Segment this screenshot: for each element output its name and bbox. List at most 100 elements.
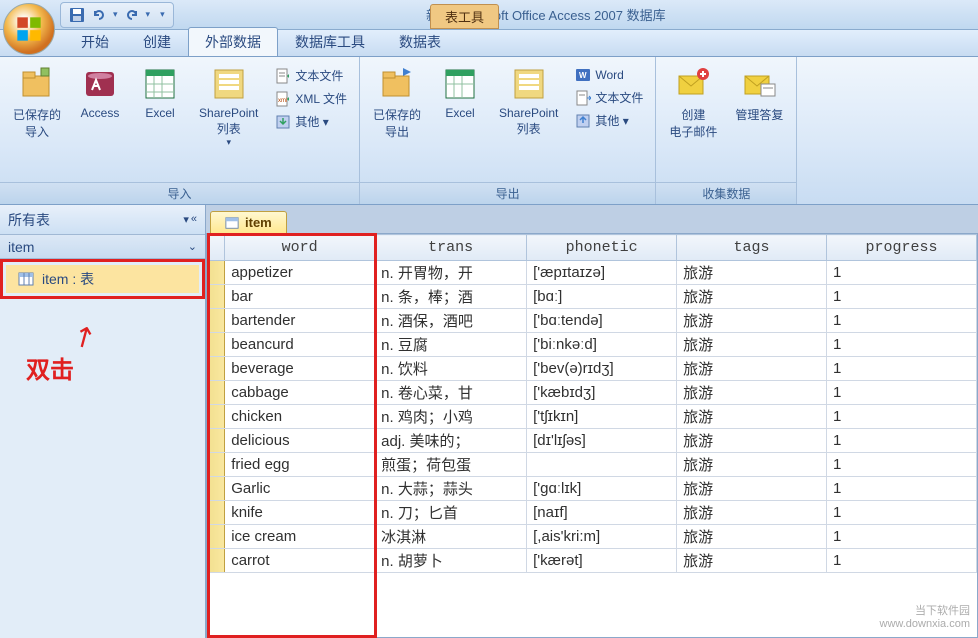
import-other-button[interactable]: 其他 ▾: [271, 111, 351, 132]
column-header-phonetic[interactable]: phonetic: [527, 235, 677, 261]
cell-phonetic[interactable]: ['bev(ə)rɪdʒ]: [527, 357, 677, 381]
export-text-button[interactable]: 文本文件: [571, 87, 647, 108]
export-other-button[interactable]: 其他 ▾: [571, 110, 647, 131]
cell-phonetic[interactable]: [bɑː]: [527, 285, 677, 309]
cell-tags[interactable]: 旅游: [677, 285, 827, 309]
cell-trans[interactable]: 冰淇淋: [375, 525, 527, 549]
cell-trans[interactable]: n. 酒保，酒吧: [375, 309, 527, 333]
row-selector[interactable]: [208, 261, 225, 285]
row-selector[interactable]: [208, 525, 225, 549]
cell-word[interactable]: beverage: [225, 357, 375, 381]
cell-word[interactable]: delicious: [225, 429, 375, 453]
row-selector[interactable]: [208, 501, 225, 525]
row-selector[interactable]: [208, 309, 225, 333]
cell-word[interactable]: bartender: [225, 309, 375, 333]
import-excel-button[interactable]: Excel: [132, 61, 188, 125]
table-row[interactable]: cabbagen. 卷心菜，甘['kæbɪdʒ]旅游1: [208, 381, 977, 405]
office-button[interactable]: [3, 3, 55, 55]
row-selector[interactable]: [208, 429, 225, 453]
contextual-tab-tabletools[interactable]: 表工具: [430, 4, 499, 29]
table-row[interactable]: bartendern. 酒保，酒吧['bɑːtendə]旅游1: [208, 309, 977, 333]
cell-word[interactable]: appetizer: [225, 261, 375, 285]
cell-progress[interactable]: 1: [827, 501, 977, 525]
row-selector[interactable]: [208, 333, 225, 357]
cell-tags[interactable]: 旅游: [677, 333, 827, 357]
undo-icon[interactable]: [91, 7, 107, 23]
cell-progress[interactable]: 1: [827, 333, 977, 357]
table-row[interactable]: chickenn. 鸡肉；小鸡['tʃɪkɪn]旅游1: [208, 405, 977, 429]
qat-customize-icon[interactable]: ▾: [160, 9, 165, 20]
cell-phonetic[interactable]: ['bɑːtendə]: [527, 309, 677, 333]
table-row[interactable]: fried egg煎蛋；荷包蛋旅游1: [208, 453, 977, 477]
import-text-button[interactable]: 文本文件: [271, 65, 351, 86]
cell-tags[interactable]: 旅游: [677, 405, 827, 429]
export-word-button[interactable]: W Word: [571, 65, 647, 85]
nav-group-collapse-icon[interactable]: ⌄: [188, 240, 197, 253]
cell-word[interactable]: fried egg: [225, 453, 375, 477]
saved-exports-button[interactable]: 已保存的 导出: [366, 61, 428, 145]
import-xml-button[interactable]: xml XML 文件: [271, 88, 351, 109]
row-selector[interactable]: [208, 453, 225, 477]
cell-trans[interactable]: n. 大蒜；蒜头: [375, 477, 527, 501]
create-email-button[interactable]: 创建 电子邮件: [662, 61, 724, 145]
cell-phonetic[interactable]: [527, 453, 677, 477]
row-selector[interactable]: [208, 549, 225, 573]
cell-tags[interactable]: 旅游: [677, 477, 827, 501]
datasheet-grid[interactable]: wordtransphonetictagsprogress appetizern…: [206, 233, 978, 638]
cell-phonetic[interactable]: [,ais'kri:m]: [527, 525, 677, 549]
cell-word[interactable]: knife: [225, 501, 375, 525]
tab-database-tools[interactable]: 数据库工具: [278, 27, 382, 56]
nav-item-table[interactable]: item : 表: [6, 265, 199, 293]
table-row[interactable]: barn. 条，棒；酒[bɑː]旅游1: [208, 285, 977, 309]
cell-trans[interactable]: 煎蛋；荷包蛋: [375, 453, 527, 477]
cell-tags[interactable]: 旅游: [677, 261, 827, 285]
table-row[interactable]: carrotn. 胡萝卜['kærət]旅游1: [208, 549, 977, 573]
cell-phonetic[interactable]: [naɪf]: [527, 501, 677, 525]
cell-phonetic[interactable]: ['æpɪtaɪzə]: [527, 261, 677, 285]
cell-trans[interactable]: adj. 美味的；: [375, 429, 527, 453]
manage-replies-button[interactable]: 管理答复: [728, 61, 790, 128]
tab-datasheet[interactable]: 数据表: [382, 27, 458, 56]
table-row[interactable]: deliciousadj. 美味的；[dɪ'lɪʃəs]旅游1: [208, 429, 977, 453]
table-row[interactable]: beancurdn. 豆腐['biːnkəːd]旅游1: [208, 333, 977, 357]
object-tab-item[interactable]: item: [210, 211, 287, 233]
cell-trans[interactable]: n. 刀；匕首: [375, 501, 527, 525]
cell-progress[interactable]: 1: [827, 357, 977, 381]
redo-dropdown-icon[interactable]: ▾: [146, 9, 151, 20]
cell-tags[interactable]: 旅游: [677, 309, 827, 333]
save-icon[interactable]: [69, 7, 85, 23]
export-excel-button[interactable]: Excel: [432, 61, 488, 125]
cell-word[interactable]: bar: [225, 285, 375, 309]
cell-phonetic[interactable]: ['kærət]: [527, 549, 677, 573]
undo-dropdown-icon[interactable]: ▾: [113, 9, 118, 20]
row-selector[interactable]: [208, 285, 225, 309]
cell-trans[interactable]: n. 饮料: [375, 357, 527, 381]
export-sharepoint-button[interactable]: SharePoint 列表: [492, 61, 565, 142]
cell-phonetic[interactable]: ['kæbɪdʒ]: [527, 381, 677, 405]
nav-dropdown-icon[interactable]: ▾: [183, 213, 189, 226]
nav-pane-header[interactable]: 所有表 ▾ «: [0, 205, 205, 235]
cell-progress[interactable]: 1: [827, 525, 977, 549]
cell-phonetic[interactable]: ['gɑːlɪk]: [527, 477, 677, 501]
tab-home[interactable]: 开始: [64, 27, 126, 56]
cell-tags[interactable]: 旅游: [677, 429, 827, 453]
cell-word[interactable]: ice cream: [225, 525, 375, 549]
cell-phonetic[interactable]: ['tʃɪkɪn]: [527, 405, 677, 429]
cell-tags[interactable]: 旅游: [677, 525, 827, 549]
cell-progress[interactable]: 1: [827, 549, 977, 573]
table-row[interactable]: ice cream冰淇淋[,ais'kri:m]旅游1: [208, 525, 977, 549]
row-selector[interactable]: [208, 381, 225, 405]
nav-collapse-icon[interactable]: «: [191, 213, 197, 226]
cell-progress[interactable]: 1: [827, 309, 977, 333]
cell-trans[interactable]: n. 鸡肉；小鸡: [375, 405, 527, 429]
cell-tags[interactable]: 旅游: [677, 453, 827, 477]
tab-create[interactable]: 创建: [126, 27, 188, 56]
import-sharepoint-button[interactable]: SharePoint 列表 ▾: [192, 61, 265, 153]
cell-progress[interactable]: 1: [827, 261, 977, 285]
column-header-word[interactable]: word: [225, 235, 375, 261]
table-row[interactable]: Garlicn. 大蒜；蒜头['gɑːlɪk]旅游1: [208, 477, 977, 501]
cell-word[interactable]: carrot: [225, 549, 375, 573]
cell-trans[interactable]: n. 开胃物，开: [375, 261, 527, 285]
cell-progress[interactable]: 1: [827, 477, 977, 501]
cell-word[interactable]: chicken: [225, 405, 375, 429]
